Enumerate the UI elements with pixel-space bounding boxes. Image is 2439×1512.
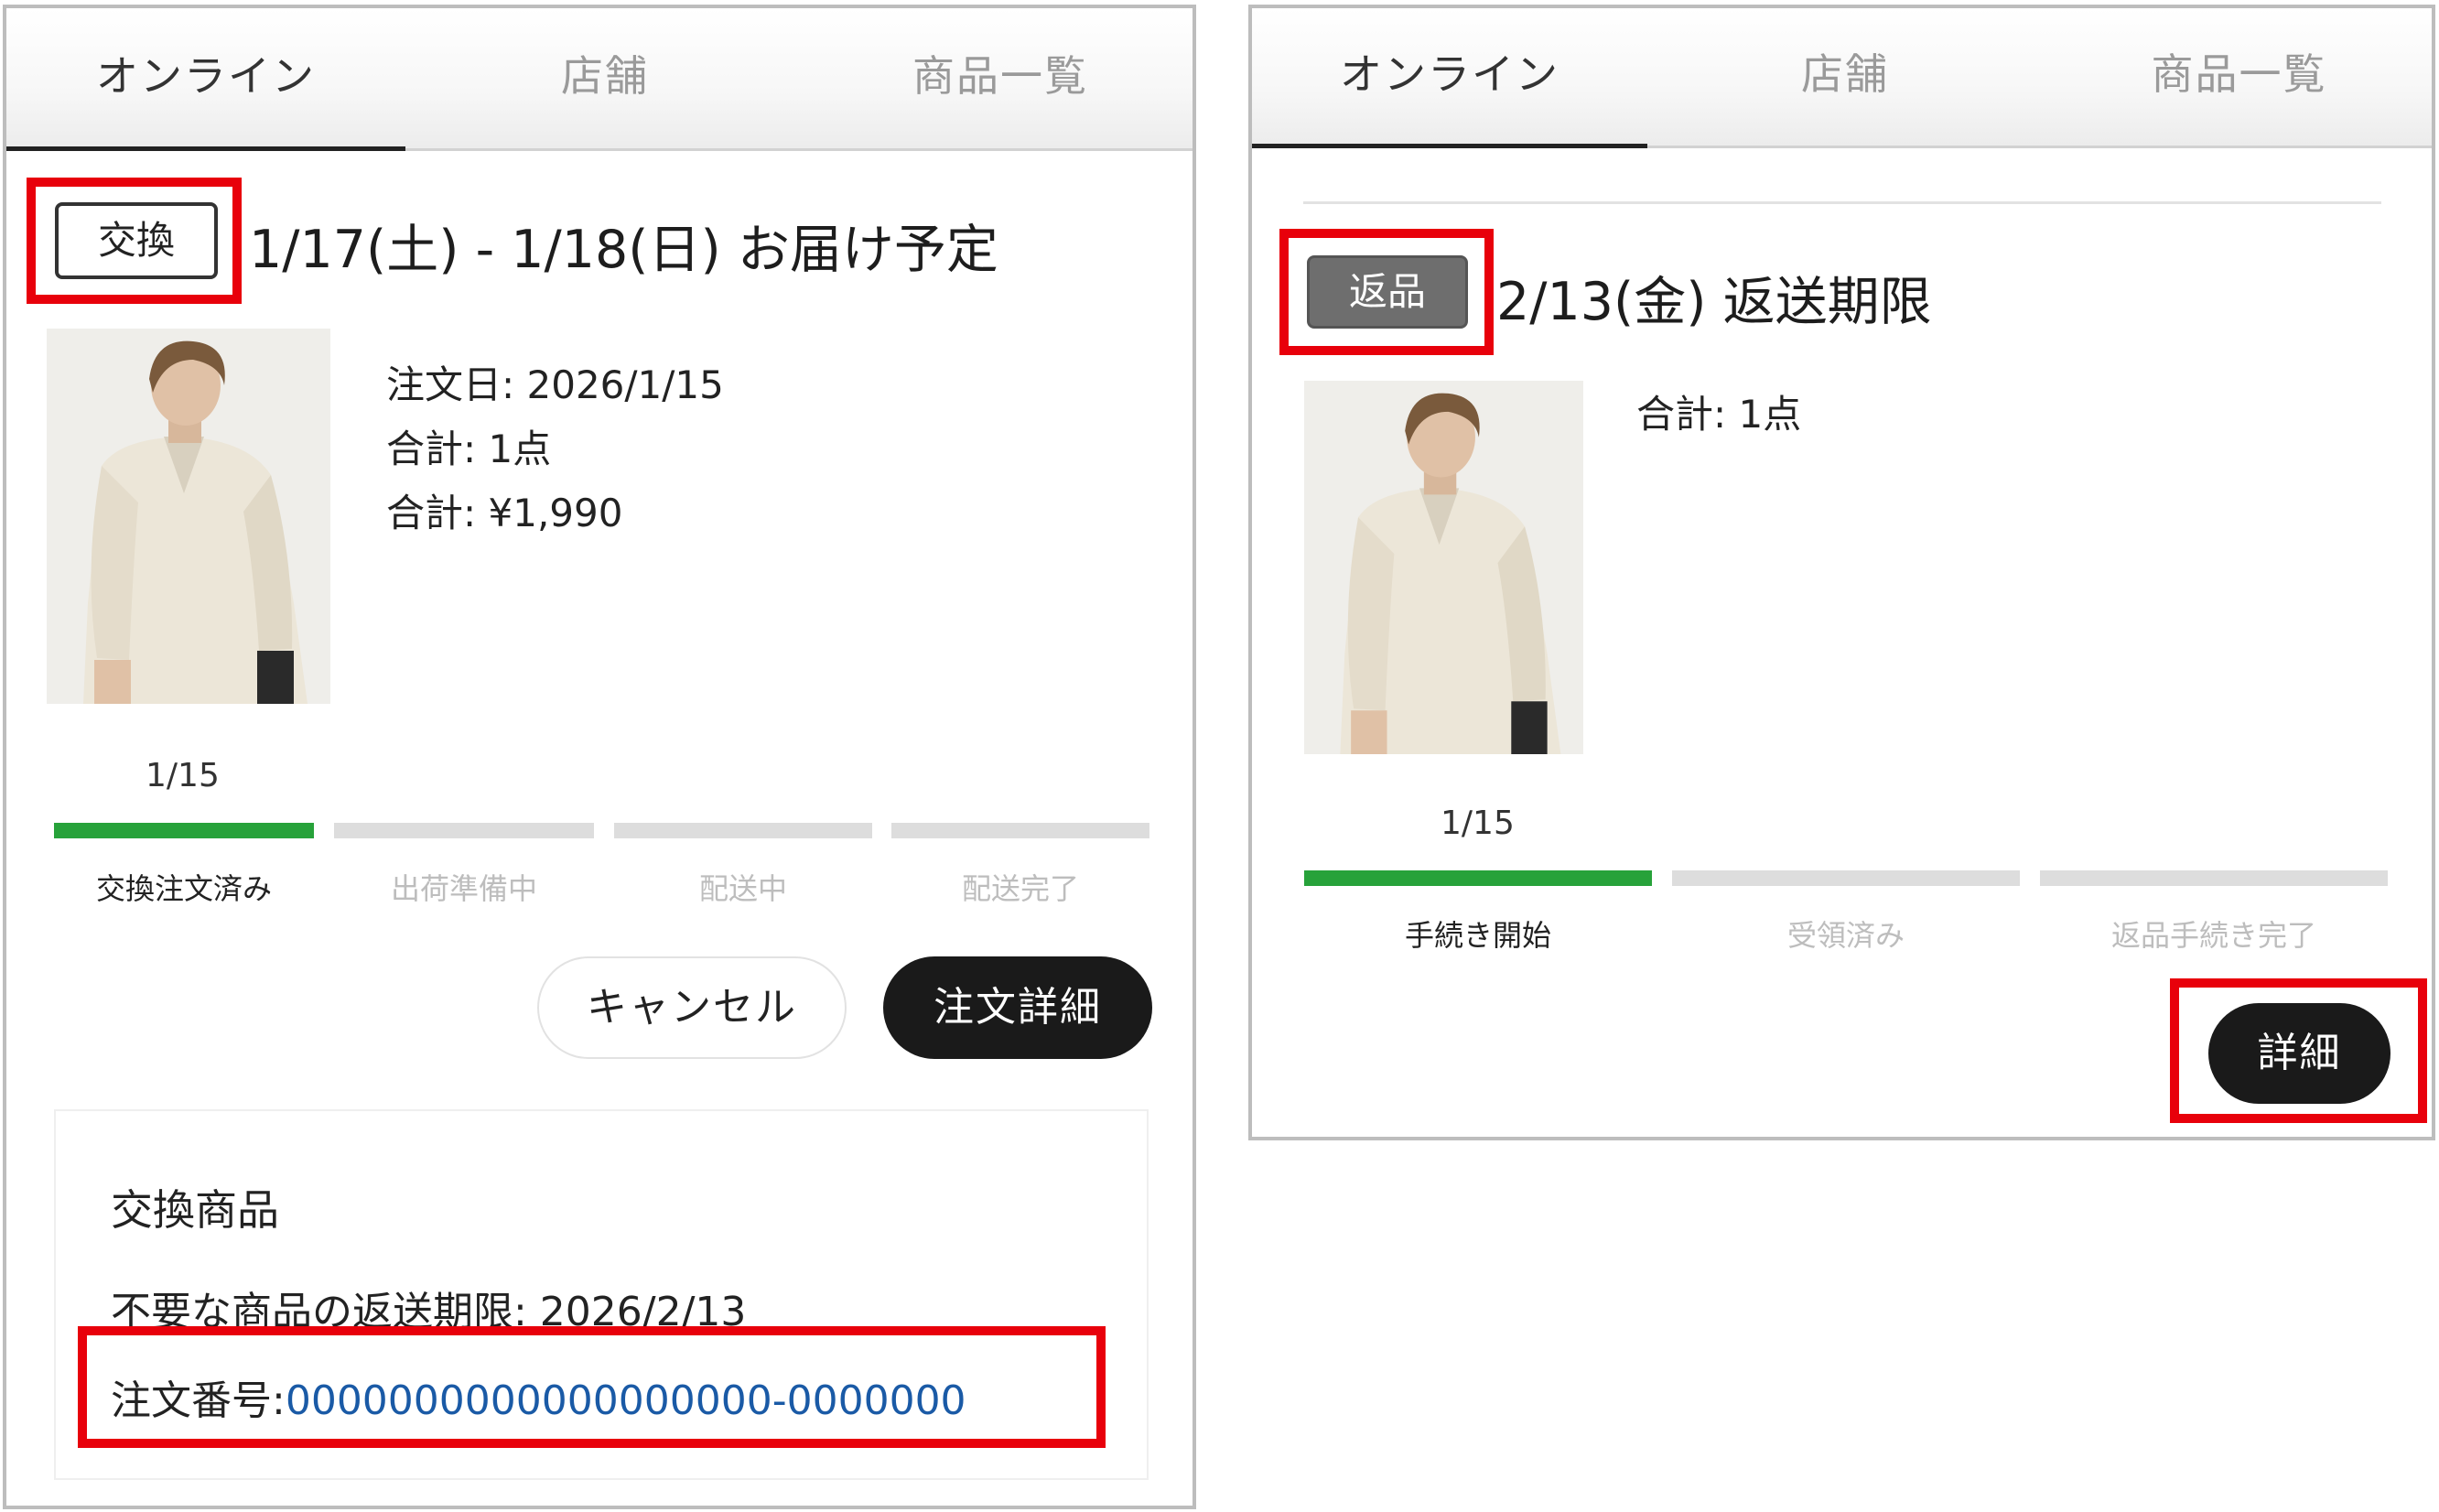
tab-product-list[interactable]: 商品一覧 (2043, 8, 2432, 146)
step-label-started: 手続き開始 (1404, 918, 1551, 953)
tab-store[interactable]: 店舗 (1647, 8, 2043, 146)
photo-caption: 1/15 (146, 757, 220, 794)
exchange-item-title: 交換商品 (111, 1185, 279, 1235)
active-tab-indicator (6, 146, 405, 151)
photo-caption: 1/15 (1441, 805, 1515, 842)
step-label-shipping: 配送中 (698, 871, 787, 906)
model-sweater-image (47, 329, 330, 704)
active-tab-indicator (1252, 144, 1647, 148)
progress-step-4 (891, 823, 1149, 838)
progress-step-3 (614, 823, 872, 838)
highlight-exchange-tag (27, 178, 242, 304)
step-label-return-complete: 返品手続き完了 (2110, 918, 2316, 953)
tab-online[interactable]: オンライン (1252, 8, 1647, 146)
progress-step-1 (1304, 870, 1652, 886)
total-quantity: 合計: 1点 (386, 427, 552, 471)
product-photo[interactable] (1304, 381, 1583, 754)
total-quantity: 合計: 1点 (1636, 392, 1802, 437)
progress-step-3 (2040, 870, 2388, 886)
cancel-button[interactable]: キャンセル (537, 956, 847, 1059)
tab-online[interactable]: オンライン (6, 8, 405, 148)
tab-bar: オンライン 店舗 商品一覧 (1252, 8, 2432, 148)
return-order-panel: オンライン 店舗 商品一覧 返品 2/13(金) 返送期限 合計: 1点 1/1… (1248, 5, 2435, 1140)
return-deadline-headline: 2/13(金) 返送期限 (1496, 272, 1932, 332)
highlight-return-tag (1279, 229, 1494, 355)
step-label-ordered: 交換注文済み (95, 871, 272, 906)
total-price: 合計: ¥1,990 (386, 491, 623, 535)
order-detail-button[interactable]: 注文詳細 (883, 956, 1152, 1059)
progress-step-2 (334, 823, 594, 838)
model-sweater-image (1304, 381, 1583, 754)
step-label-delivered: 配送完了 (961, 871, 1079, 906)
order-date: 注文日: 2026/1/15 (386, 362, 724, 407)
tab-store[interactable]: 店舗 (405, 8, 804, 148)
exchange-order-panel: オンライン 店舗 商品一覧 交換 1/17(土) - 1/18(日) お届け予定… (3, 5, 1196, 1509)
step-label-preparing: 出荷準備中 (390, 871, 537, 906)
highlight-detail-button (2170, 978, 2427, 1123)
product-photo[interactable] (47, 329, 330, 704)
tab-bar: オンライン 店舗 商品一覧 (6, 8, 1193, 151)
progress-step-1 (54, 823, 314, 838)
step-label-received: 受領済み (1786, 918, 1905, 953)
tab-product-list[interactable]: 商品一覧 (804, 8, 1193, 148)
section-divider (1303, 201, 2381, 204)
delivery-schedule: 1/17(土) - 1/18(日) お届け予定 (249, 220, 998, 280)
highlight-order-number (78, 1326, 1106, 1448)
progress-step-2 (1672, 870, 2020, 886)
